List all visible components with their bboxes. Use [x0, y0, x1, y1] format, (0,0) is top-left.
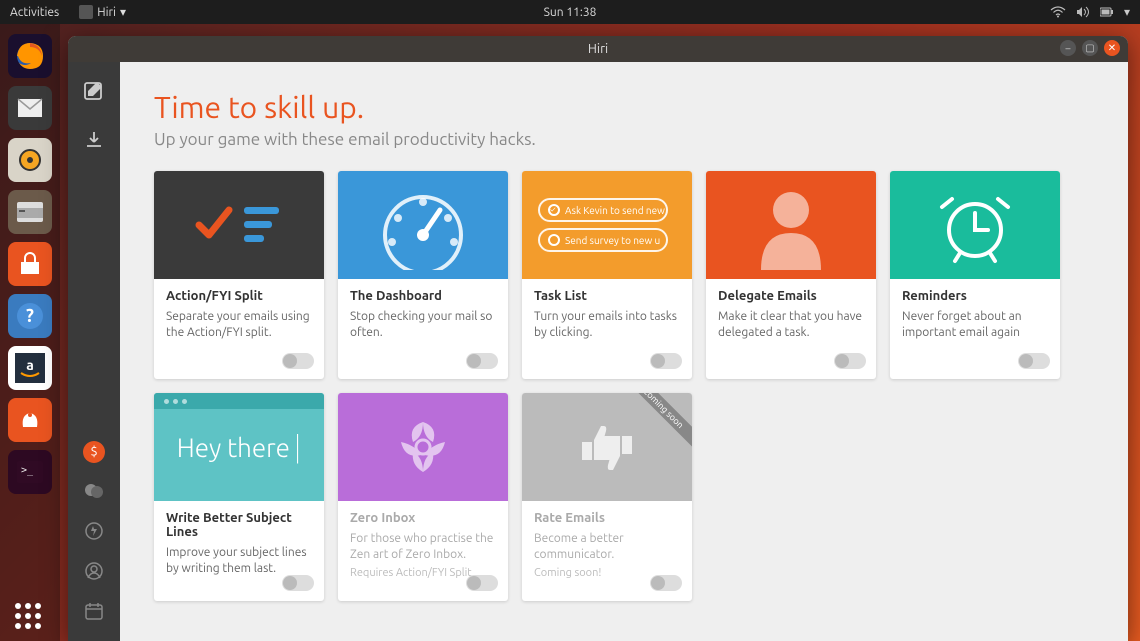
- window-title: Hiri: [588, 42, 608, 56]
- card-desc: Become a better communicator.: [534, 531, 680, 563]
- card-toggle[interactable]: [1018, 353, 1050, 369]
- download-icon[interactable]: [82, 128, 106, 152]
- card-art: [890, 171, 1060, 279]
- card-title: The Dashboard: [350, 289, 496, 303]
- card-art: [338, 393, 508, 501]
- card-delegate[interactable]: Delegate Emails Make it clear that you h…: [706, 171, 876, 379]
- card-desc: Improve your subject lines by writing th…: [166, 545, 312, 577]
- skills-badge-icon[interactable]: $: [83, 441, 105, 463]
- system-menu-chevron-icon[interactable]: ▾: [1124, 5, 1130, 19]
- card-art: [706, 171, 876, 279]
- launcher-hiri[interactable]: [8, 398, 52, 442]
- card-art: Ask Kevin to send new Send survey to new…: [522, 171, 692, 279]
- card-art: [338, 171, 508, 279]
- ubuntu-launcher: ? a >_: [0, 24, 60, 641]
- battery-icon[interactable]: [1100, 7, 1114, 17]
- launcher-amazon[interactable]: a: [8, 346, 52, 390]
- activities-button[interactable]: Activities: [10, 6, 59, 19]
- card-reminders[interactable]: Reminders Never forget about an importan…: [890, 171, 1060, 379]
- skills-content: Time to skill up. Up your game with thes…: [120, 62, 1128, 641]
- card-zero-inbox[interactable]: Zero Inbox For those who practise the Ze…: [338, 393, 508, 601]
- card-toggle[interactable]: [282, 353, 314, 369]
- card-desc: Make it clear that you have delegated a …: [718, 309, 864, 341]
- launcher-software[interactable]: [8, 242, 52, 286]
- card-title: Action/FYI Split: [166, 289, 312, 303]
- card-title: Task List: [534, 289, 680, 303]
- hiri-sidebar: $: [68, 62, 120, 641]
- window-close[interactable]: ✕: [1104, 40, 1120, 56]
- card-task-list[interactable]: Ask Kevin to send new Send survey to new…: [522, 171, 692, 379]
- gnome-topbar: Activities Hiri ▾ Sun 11:38 ▾: [0, 0, 1140, 24]
- card-dashboard[interactable]: The Dashboard Stop checking your mail so…: [338, 171, 508, 379]
- window-titlebar[interactable]: Hiri – ▢ ✕: [68, 36, 1128, 62]
- page-title: Time to skill up.: [154, 90, 1094, 124]
- compose-icon[interactable]: [82, 80, 106, 104]
- card-toggle[interactable]: [282, 575, 314, 591]
- card-toggle[interactable]: [466, 575, 498, 591]
- app-menu[interactable]: Hiri ▾: [79, 5, 126, 19]
- svg-text:a: a: [26, 357, 34, 373]
- chat-icon[interactable]: [82, 479, 106, 503]
- wifi-icon[interactable]: [1050, 6, 1066, 18]
- hiri-window: Hiri – ▢ ✕ $: [68, 36, 1128, 641]
- card-toggle[interactable]: [650, 353, 682, 369]
- card-title: Reminders: [902, 289, 1048, 303]
- card-desc: Separate your emails using the Action/FY…: [166, 309, 312, 341]
- svg-text:>_: >_: [21, 465, 34, 476]
- clock[interactable]: Sun 11:38: [544, 6, 597, 19]
- card-desc: Turn your emails into tasks by clicking.: [534, 309, 680, 341]
- account-icon[interactable]: [82, 559, 106, 583]
- launcher-files[interactable]: [8, 190, 52, 234]
- task-pill: Ask Kevin to send new: [538, 198, 668, 222]
- card-desc: Stop checking your mail so often.: [350, 309, 496, 341]
- card-subject-lines[interactable]: Hey there| Write Better Subject Lines Im…: [154, 393, 324, 601]
- card-desc: For those who practise the Zen art of Ze…: [350, 531, 496, 563]
- card-toggle[interactable]: [834, 353, 866, 369]
- card-title: Write Better Subject Lines: [166, 511, 312, 539]
- card-art: Coming soon: [522, 393, 692, 501]
- task-pill: Send survey to new u: [538, 228, 668, 252]
- card-toggle[interactable]: [650, 575, 682, 591]
- card-art: Hey there|: [154, 393, 324, 501]
- card-art: [154, 171, 324, 279]
- launcher-mail[interactable]: [8, 86, 52, 130]
- card-desc: Never forget about an important email ag…: [902, 309, 1048, 341]
- card-title: Zero Inbox: [350, 511, 496, 525]
- card-toggle[interactable]: [466, 353, 498, 369]
- card-title: Rate Emails: [534, 511, 680, 525]
- hiri-icon: [79, 5, 93, 19]
- show-applications[interactable]: [0, 603, 60, 633]
- launcher-app-3[interactable]: [8, 138, 52, 182]
- launcher-terminal[interactable]: >_: [8, 450, 52, 494]
- power-icon[interactable]: [82, 519, 106, 543]
- launcher-firefox[interactable]: [8, 34, 52, 78]
- calendar-icon[interactable]: [82, 599, 106, 623]
- card-title: Delegate Emails: [718, 289, 864, 303]
- launcher-help[interactable]: ?: [8, 294, 52, 338]
- volume-icon[interactable]: [1076, 6, 1090, 18]
- window-minimize[interactable]: –: [1060, 40, 1076, 56]
- card-rate-emails[interactable]: Coming soon Rate Emails Become a better …: [522, 393, 692, 601]
- window-maximize[interactable]: ▢: [1082, 40, 1098, 56]
- page-subtitle: Up your game with these email productivi…: [154, 130, 1094, 149]
- card-action-fyi[interactable]: Action/FYI Split Separate your emails us…: [154, 171, 324, 379]
- svg-text:?: ?: [26, 306, 34, 326]
